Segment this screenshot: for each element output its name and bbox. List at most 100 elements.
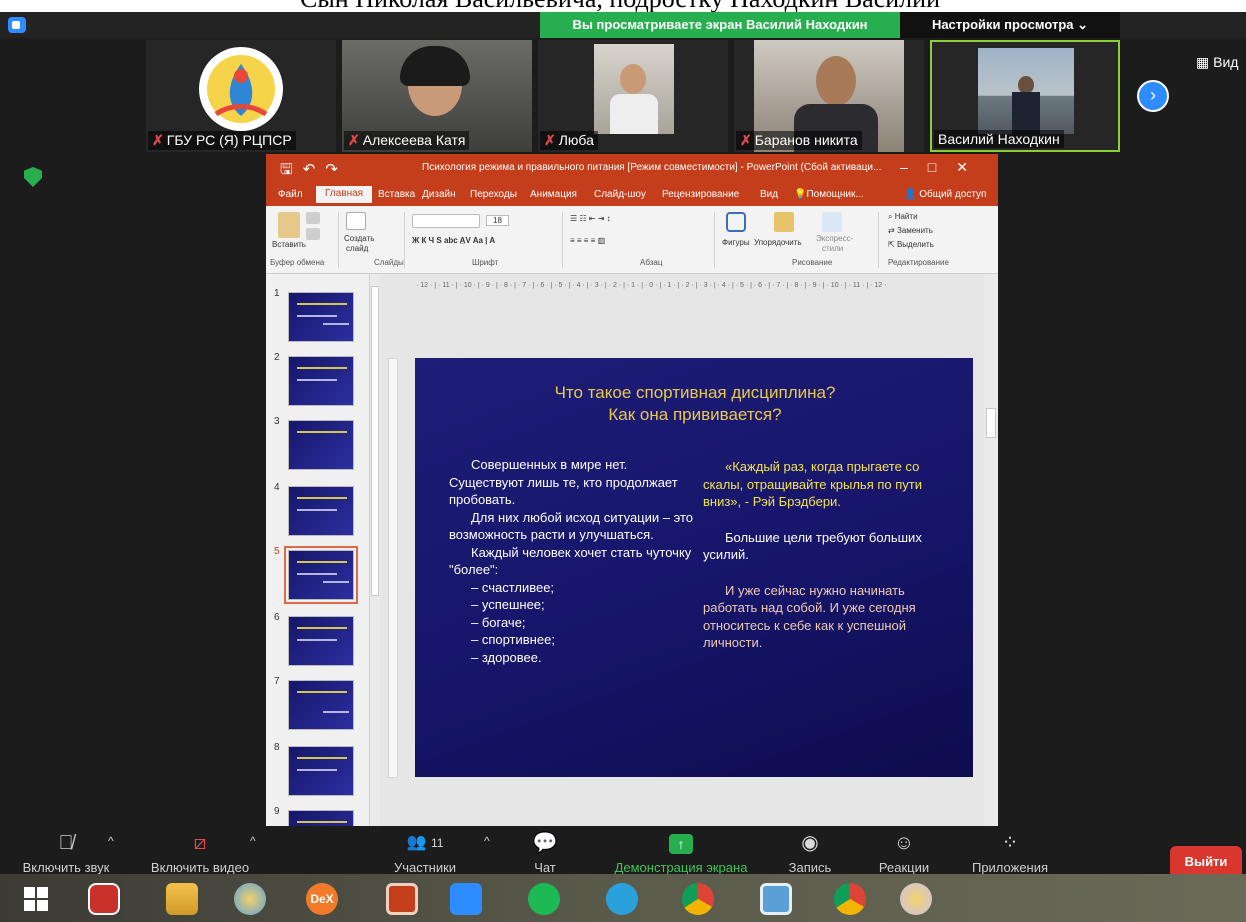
new-slide-label-2: слайд — [346, 244, 369, 253]
align-buttons[interactable]: ≡ ≡ ≡ ≡ ▥ — [570, 236, 605, 245]
tab-transitions[interactable]: Переходы — [470, 189, 517, 200]
chevron-up-icon[interactable]: ^ — [108, 834, 114, 848]
view-settings-button[interactable]: Настройки просмотра ⌄ — [900, 12, 1120, 38]
thumb-number: 5 — [274, 546, 280, 557]
ribbon-divider — [338, 212, 339, 268]
scrollbar-thumb[interactable] — [986, 408, 996, 438]
chevron-up-icon[interactable]: ^ — [484, 834, 490, 848]
scrollbar-thumb[interactable] — [371, 286, 379, 596]
paint-app-icon[interactable] — [900, 883, 932, 915]
font-format-buttons[interactable]: Ж К Ч S abc A̲V Aa | A — [412, 236, 495, 245]
ribbon: Вставить Буфер обмена Создать слайд Слай… — [266, 206, 998, 274]
group-drawing: Рисование — [792, 258, 833, 267]
slide-canvas[interactable]: Что такое спортивная дисциплина? Как она… — [415, 358, 973, 777]
tab-file[interactable]: Файл — [278, 189, 303, 200]
paste-icon[interactable] — [278, 212, 300, 238]
tab-design[interactable]: Дизайн — [422, 189, 456, 200]
quick-styles-icon[interactable] — [822, 212, 842, 232]
chevron-up-icon[interactable]: ^ — [250, 834, 256, 848]
replace-button[interactable]: ⇄ Заменить — [888, 226, 933, 235]
zoom-app-icon[interactable] — [450, 883, 482, 915]
chrome-icon[interactable] — [834, 883, 866, 915]
select-button[interactable]: ⇱ Выделить — [888, 240, 934, 249]
cursor-icon: ⇱ — [888, 240, 897, 249]
find-button[interactable]: ⌕ Найти — [888, 212, 918, 222]
slide-thumbnail[interactable] — [288, 616, 354, 666]
slide-thumbnails: 1 2 3 4 5 6 7 8 9 — [266, 274, 370, 830]
ribbon-tabs: Файл Главная Вставка Дизайн Переходы Ани… — [266, 184, 998, 206]
tab-slideshow[interactable]: Слайд-шоу — [594, 189, 646, 200]
participant-tile[interactable]: ✗ Алексеева Катя — [342, 40, 532, 152]
thumbnail-scrollbar[interactable] — [370, 274, 380, 830]
presentation-app-icon[interactable] — [386, 883, 418, 915]
font-size-field[interactable]: 18 — [486, 215, 509, 226]
copy-icon[interactable] — [306, 228, 320, 240]
slide-thumbnail[interactable] — [288, 680, 354, 730]
search-icon: ⌕ — [888, 212, 895, 221]
ribbon-divider — [714, 212, 715, 268]
cut-icon[interactable] — [306, 212, 320, 224]
ppt-title-bar: 🖫↶↷ Психология режима и правильного пита… — [266, 154, 998, 184]
participant-tile[interactable]: ✗ Люба — [538, 40, 728, 152]
slide-thumbnail[interactable] — [288, 746, 354, 796]
ribbon-divider — [562, 212, 563, 268]
window-controls[interactable]: –□✕ — [900, 159, 988, 176]
chat-icon: 💬 — [532, 832, 558, 854]
calculator-icon[interactable] — [760, 883, 792, 915]
tab-animation[interactable]: Анимация — [530, 189, 577, 200]
participant-video — [594, 44, 674, 134]
new-slide-icon[interactable] — [346, 212, 366, 230]
dex-app-icon[interactable]: DeX — [306, 883, 338, 915]
ribbon-divider — [404, 212, 405, 268]
quick-styles-label: Экспресс- — [816, 234, 854, 243]
share-screen-icon: ↑ — [596, 832, 766, 854]
thumb-number: 4 — [274, 482, 280, 493]
participant-tile-active[interactable]: Василий Находкин — [930, 40, 1120, 152]
telegram-icon[interactable] — [606, 883, 638, 915]
quick-access-toolbar[interactable]: 🖫↶↷ — [280, 159, 348, 184]
slide-thumbnail[interactable] — [288, 420, 354, 470]
power-app-icon[interactable] — [88, 883, 120, 915]
chrome-icon[interactable] — [682, 883, 714, 915]
thumb-number: 2 — [274, 352, 280, 363]
slide-quote: «Каждый раз, когда прыгаете со скалы, от… — [703, 459, 922, 509]
arrange-icon[interactable] — [774, 212, 794, 232]
participant-tile[interactable]: ✗ ГБУ РС (Я) РЦПСР — [146, 40, 336, 152]
thumb-number: 1 — [274, 288, 280, 299]
tab-review[interactable]: Рецензирование — [662, 189, 739, 200]
participant-tile[interactable]: ✗ Баранов никита — [734, 40, 924, 152]
thumb-number: 8 — [274, 742, 280, 753]
caption-strip: Сын Николая Васильевича, подростку Наход… — [0, 0, 1246, 12]
slide-thumbnail[interactable] — [288, 292, 354, 342]
spotify-icon[interactable] — [528, 883, 560, 915]
tab-view[interactable]: Вид — [760, 189, 778, 200]
file-explorer-icon[interactable] — [166, 883, 198, 915]
screen: Сын Николая Васильевича, подростку Наход… — [0, 0, 1246, 922]
slide-scrollbar[interactable] — [984, 274, 998, 830]
slide-thumbnail[interactable] — [288, 486, 354, 536]
slide-thumbnail[interactable] — [288, 356, 354, 406]
horizontal-ruler: · 12 · | · 11 · | · 10 · | · 9 · | · 8 ·… — [416, 282, 887, 289]
tab-insert[interactable]: Вставка — [378, 189, 415, 200]
participant-name: ✗ Алексеева Катя — [344, 131, 470, 150]
group-font: Шрифт — [472, 258, 499, 267]
view-button[interactable]: ▦ Вид — [1196, 54, 1238, 71]
shapes-icon[interactable] — [726, 212, 746, 232]
mic-muted-icon: ✗ — [740, 132, 752, 148]
participant-name: Василий Находкин — [934, 130, 1064, 148]
font-name-field[interactable] — [412, 214, 480, 228]
apps-icon: ⁘ — [1001, 832, 1019, 854]
paint-app-icon[interactable] — [234, 883, 266, 915]
slide-thumbnail-selected[interactable] — [284, 546, 358, 604]
org-logo — [196, 44, 286, 134]
list-buttons[interactable]: ☰ ☷ ⇤ ⇥ ↕ — [570, 214, 611, 223]
security-shield-icon[interactable] — [24, 167, 42, 187]
share-link[interactable]: 👤 Общий доступ — [904, 189, 986, 200]
tab-home[interactable]: Главная — [316, 186, 373, 203]
vertical-ruler — [388, 358, 398, 778]
ribbon-divider — [878, 212, 879, 268]
next-page-arrow-icon[interactable]: › — [1137, 80, 1169, 112]
windows-start-icon[interactable] — [24, 887, 48, 911]
zoom-app-icon[interactable] — [8, 17, 26, 33]
tab-help[interactable]: 💡Помощник... — [794, 189, 864, 200]
